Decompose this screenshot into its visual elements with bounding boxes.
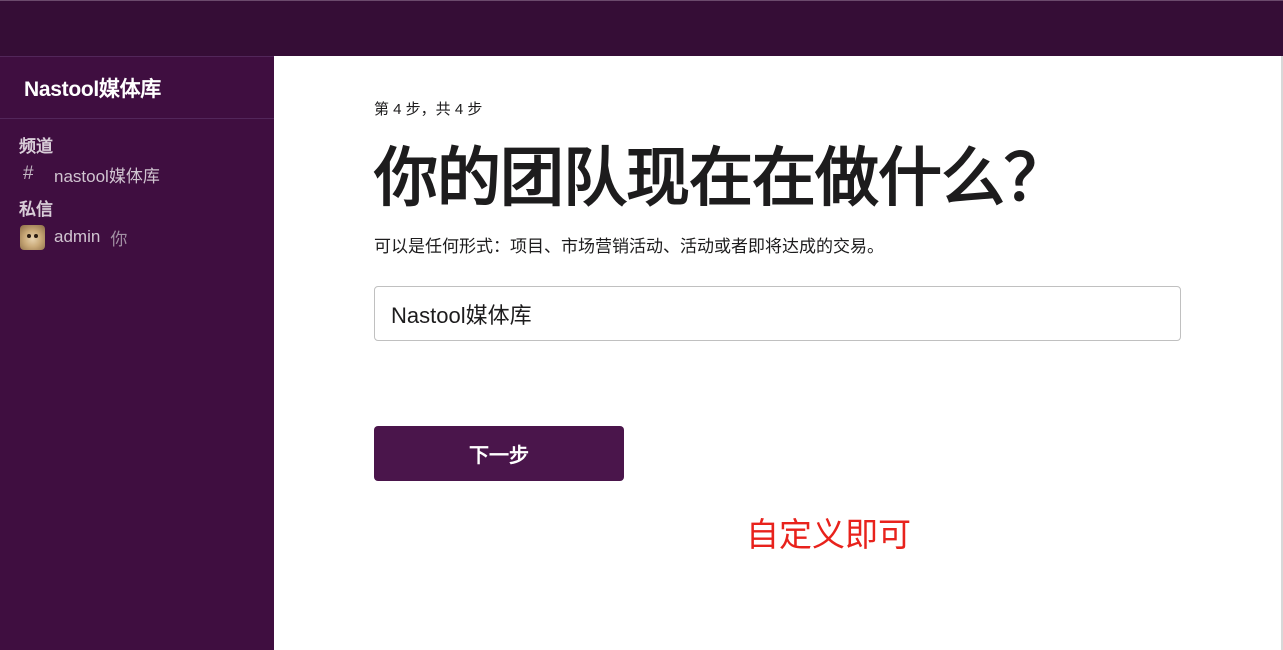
workspace-header[interactable]: Nastool媒体库 — [0, 56, 274, 119]
step-indicator: 第 4 步，共 4 步 — [374, 101, 483, 118]
page-subtitle: 可以是任何形式：项目、市场营销活动、活动或者即将达成的交易。 — [374, 237, 884, 256]
page-title: 你的团队现在在做什么？ — [374, 142, 1068, 214]
next-step-button[interactable]: 下一步 — [374, 426, 624, 481]
channels-section-label[interactable]: 频道 — [0, 136, 274, 158]
sidebar: Nastool媒体库 频道 # nastool媒体库 私信 admin 你 — [0, 56, 274, 650]
dms-section-label[interactable]: 私信 — [0, 199, 274, 221]
main-panel: 第 4 步，共 4 步 你的团队现在在做什么？ 可以是任何形式：项目、市场营销活… — [274, 56, 1283, 650]
sidebar-item-dm-admin[interactable]: admin 你 — [0, 224, 274, 250]
sidebar-item-channel[interactable]: # nastool媒体库 — [0, 161, 274, 187]
workspace-name: Nastool媒体库 — [24, 77, 162, 101]
hash-icon: # — [23, 163, 34, 184]
avatar — [20, 224, 45, 250]
dm-you-label: 你 — [110, 229, 128, 249]
dm-name: admin — [54, 227, 101, 246]
annotation-note: 自定义即可 — [746, 516, 911, 553]
team-project-input[interactable] — [374, 286, 1181, 341]
channel-label: nastool媒体库 — [54, 166, 160, 186]
top-bar — [0, 0, 1283, 56]
